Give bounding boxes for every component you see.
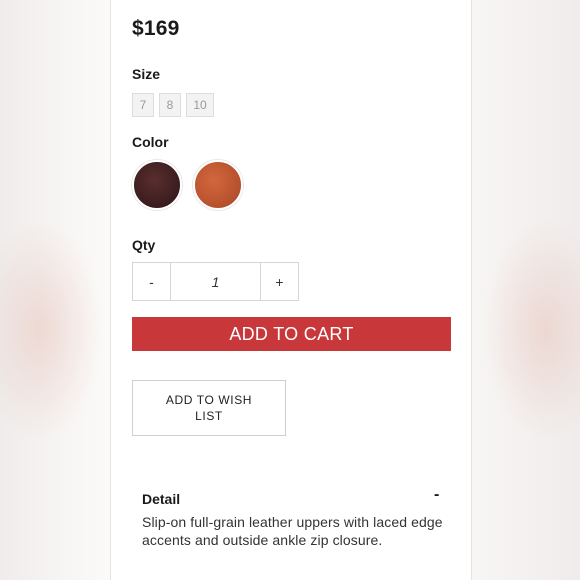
- color-swatches: [132, 160, 243, 210]
- product-price: $169: [132, 17, 180, 40]
- qty-label: Qty: [132, 237, 156, 253]
- size-label: Size: [132, 66, 161, 82]
- quantity-stepper: - +: [132, 262, 299, 301]
- qty-input[interactable]: [171, 262, 260, 301]
- color-swatch-dark-brown[interactable]: [132, 160, 182, 210]
- detail-title: Detail: [142, 491, 181, 507]
- size-option-7[interactable]: 7: [132, 93, 154, 117]
- qty-decrement-button[interactable]: -: [132, 262, 171, 301]
- size-option-8[interactable]: 8: [159, 93, 181, 117]
- color-label: Color: [132, 134, 169, 150]
- add-to-wishlist-button[interactable]: ADD TO WISH LIST: [132, 380, 286, 436]
- detail-description: Slip-on full-grain leather uppers with l…: [142, 514, 443, 548]
- size-options: 7 8 10: [132, 93, 214, 117]
- detail-collapse-toggle[interactable]: -: [434, 486, 439, 504]
- color-swatch-rust[interactable]: [193, 160, 243, 210]
- add-to-cart-button[interactable]: ADD TO CART: [132, 317, 451, 351]
- qty-increment-button[interactable]: +: [260, 262, 299, 301]
- product-panel: $169 Size 7 8 10 Color Qty - + ADD TO CA…: [110, 0, 472, 580]
- size-option-10[interactable]: 10: [186, 93, 214, 117]
